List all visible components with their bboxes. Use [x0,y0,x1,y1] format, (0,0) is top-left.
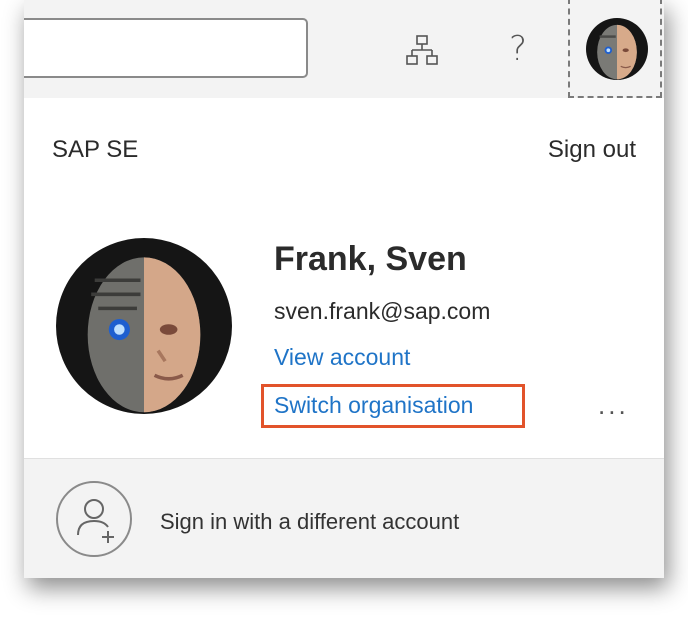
sign-out-link[interactable]: Sign out [548,136,636,164]
different-account-label: Sign in with a different account [160,509,460,534]
help-button[interactable]: ? [500,26,536,72]
user-avatar-icon [56,238,232,414]
switch-organisation-link[interactable]: Switch organisation [261,384,525,428]
user-email: sven.frank@sap.com [274,298,491,324]
search-input[interactable] [24,18,308,78]
view-account-link[interactable]: View account [274,344,410,371]
switch-organisation-label: Switch organisation [274,392,474,418]
account-avatar-button[interactable] [568,0,662,98]
avatar-small [586,18,648,80]
account-panel: SAP SE Sign out Frank, Sven sven.frank@s… [24,98,664,578]
add-user-icon [56,481,132,557]
help-icon: ? [508,29,528,69]
account-manager-window: ? SAP SE Sign out Frank, Sven sven.frank… [24,0,664,578]
top-bar: ? [24,0,664,98]
org-chart-button[interactable] [400,30,444,70]
different-account-button[interactable]: Sign in with a different account [24,458,664,578]
add-user-glyph [77,499,114,543]
org-chart-icon [406,35,438,65]
organisation-name: SAP SE [52,136,139,163]
user-name: Frank, Sven [274,240,467,278]
avatar-large [56,238,232,414]
more-options-button[interactable]: ... [598,390,629,421]
user-avatar-icon [586,18,648,80]
